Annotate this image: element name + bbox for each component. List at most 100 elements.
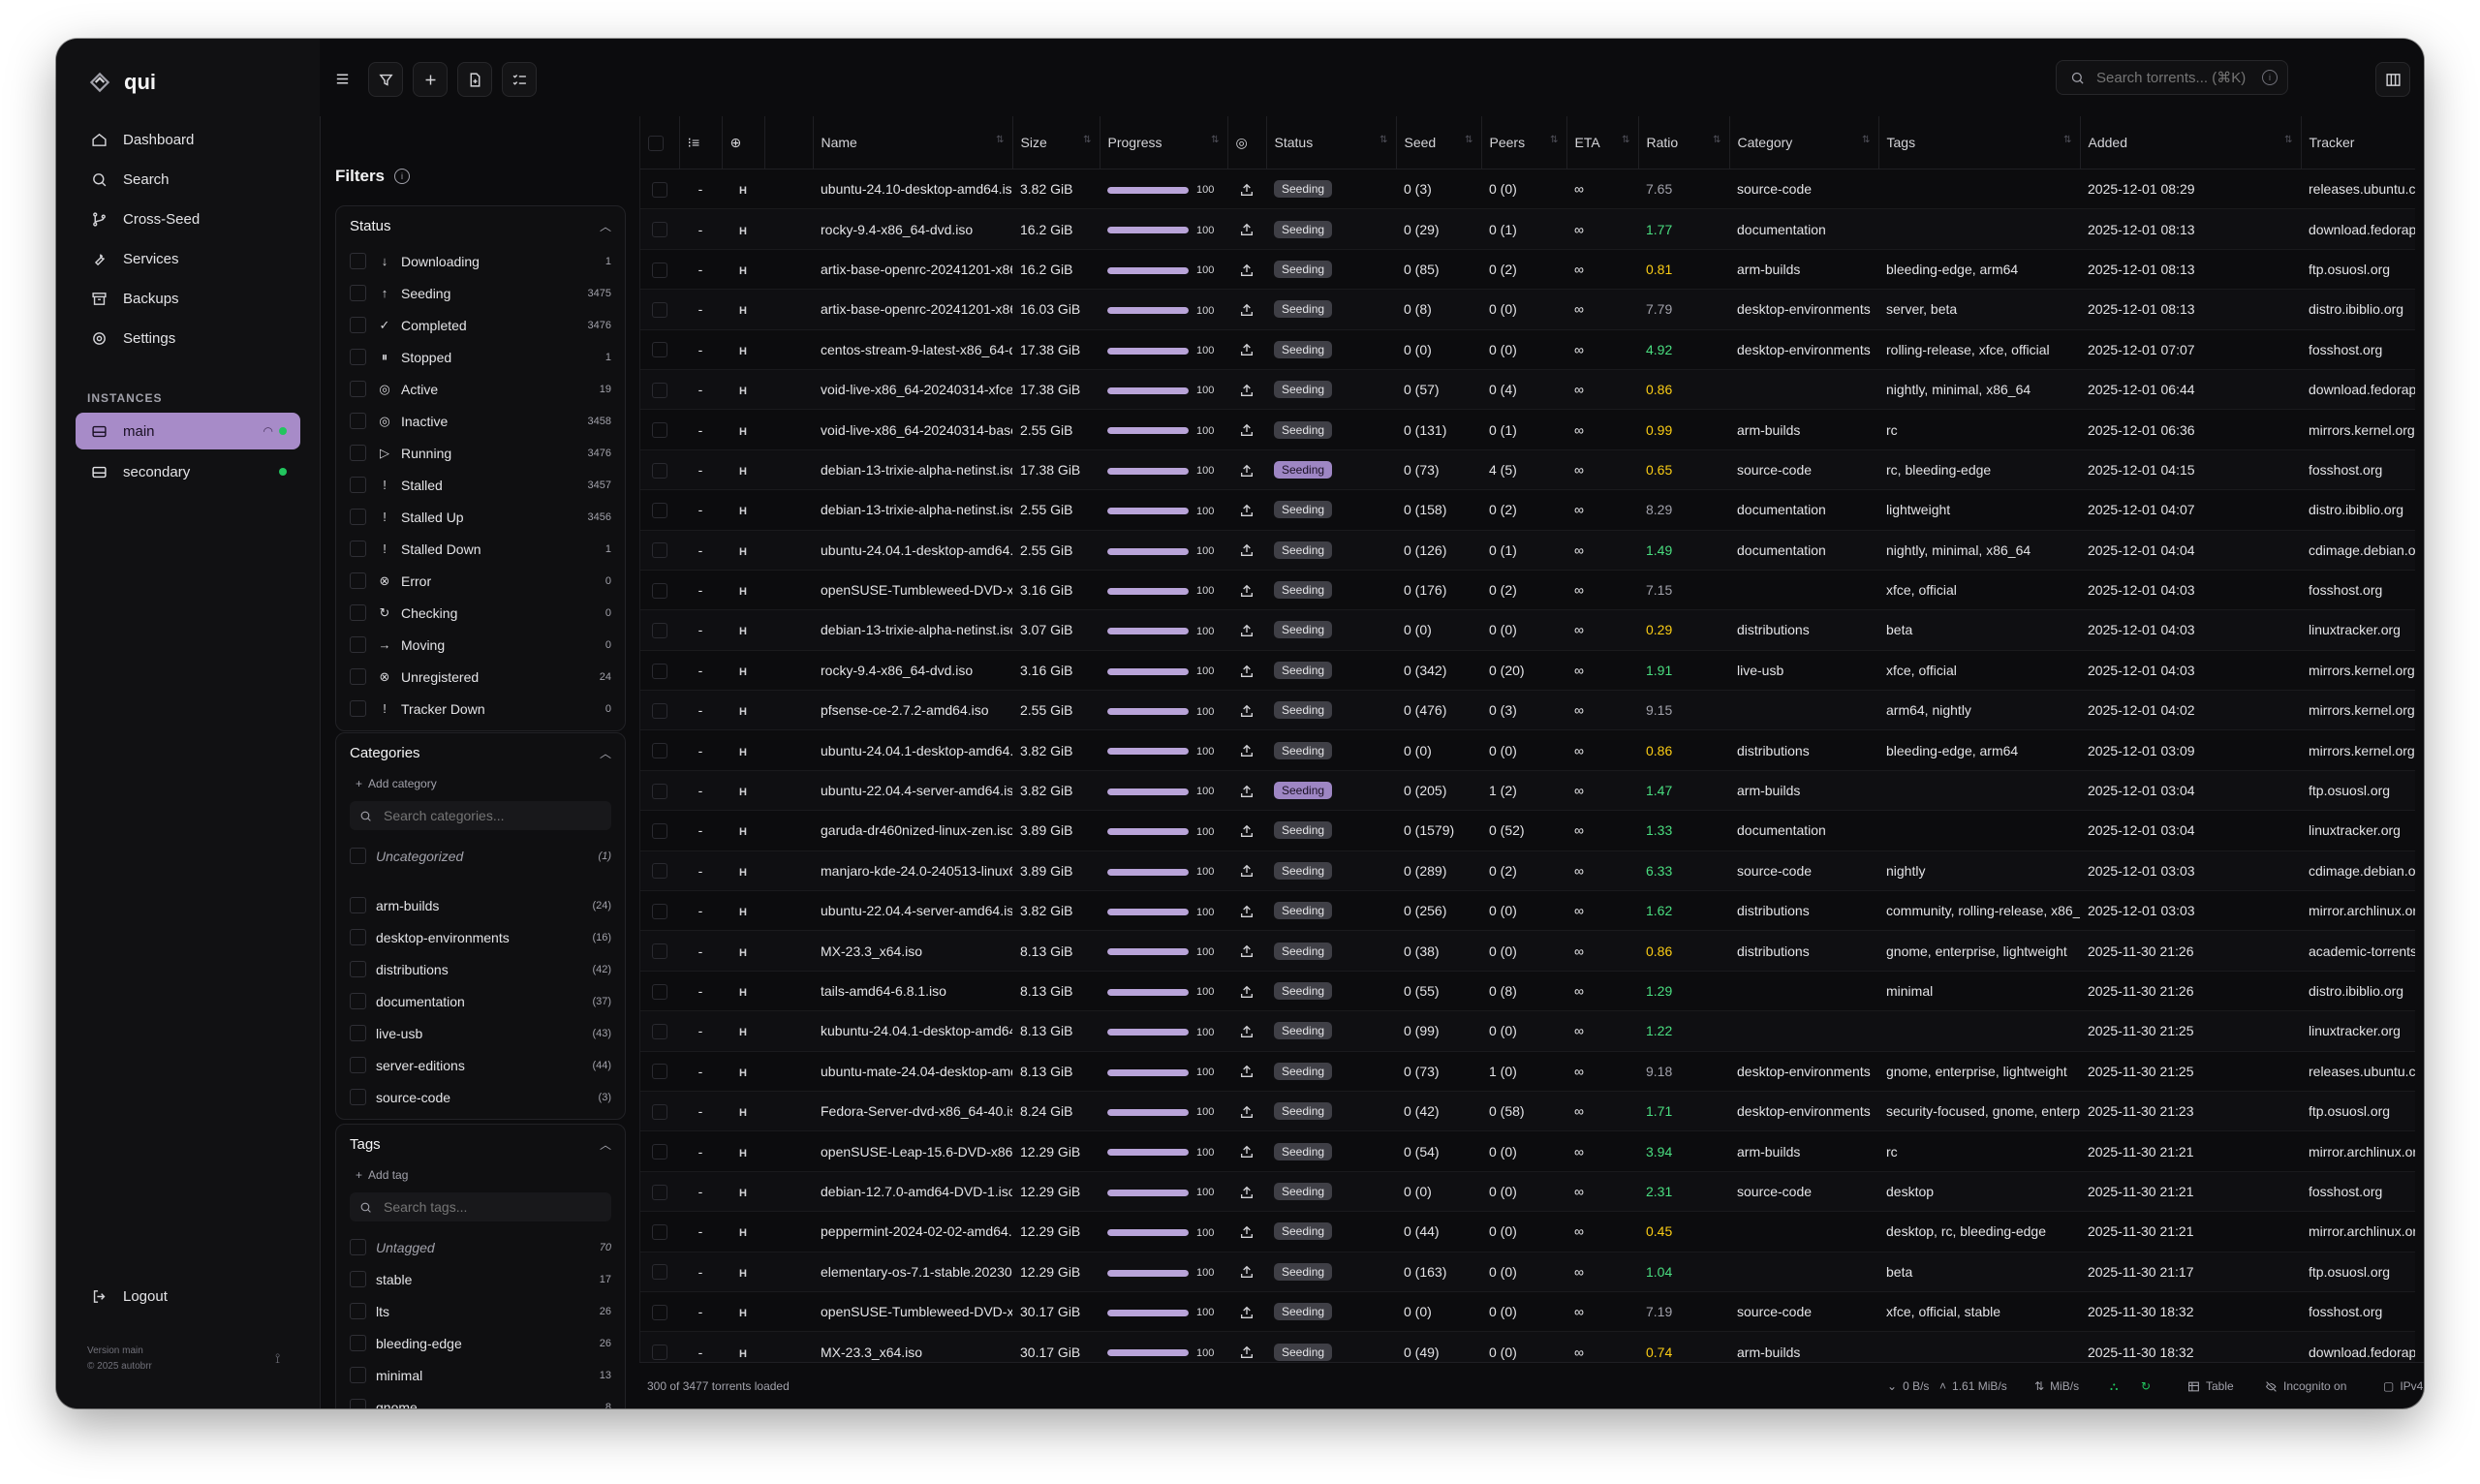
tag-item[interactable]: gnome 8 bbox=[336, 1391, 625, 1408]
table-row[interactable]: - Hpeppermint-2024-02-02-amd64.iso 12.29 G… bbox=[640, 1211, 2415, 1252]
table-row[interactable]: -Helementary-os-7.1-stable.20230926.iso1… bbox=[640, 1252, 2415, 1292]
checkbox[interactable] bbox=[350, 897, 366, 913]
column-header-added[interactable]: Added ⇅ bbox=[2080, 116, 2302, 170]
priority-header[interactable]: ⁝≡ bbox=[679, 116, 723, 170]
row-select-cell[interactable] bbox=[640, 810, 679, 851]
table-row[interactable]: - Hdebian-13-trixie-alpha-netinst.iso 2.55… bbox=[640, 489, 2415, 531]
nav-settings[interactable]: Settings bbox=[76, 319, 300, 358]
nav-dashboard[interactable]: Dashboard bbox=[76, 120, 300, 160]
row-select-cell[interactable] bbox=[640, 409, 679, 450]
tag-untagged[interactable]: Untagged 70 bbox=[336, 1231, 625, 1263]
instance-secondary[interactable]: secondary bbox=[76, 453, 300, 490]
table-row[interactable]: - Hdebian-12.7.0-amd64-DVD-1.iso 12.29 GiB… bbox=[640, 1171, 2415, 1213]
row-checkbox[interactable] bbox=[652, 623, 667, 639]
connection-status[interactable]: ⛬ bbox=[2110, 1379, 2118, 1394]
row-select-cell[interactable] bbox=[640, 1291, 679, 1333]
row-checkbox[interactable] bbox=[652, 1224, 667, 1240]
row-select-cell[interactable] bbox=[640, 1130, 679, 1172]
checkbox[interactable] bbox=[350, 993, 366, 1009]
table-row[interactable]: - Hubuntu-24.04.1-desktop-amd64.iso 3.82 G… bbox=[640, 729, 2415, 771]
categories-section-header[interactable]: Categories ︿ bbox=[336, 733, 625, 772]
column-header[interactable] bbox=[764, 116, 814, 170]
table-row[interactable]: - Hgaruda-dr460nized-linux-zen.iso 3.89 Gi… bbox=[640, 810, 2415, 851]
status-filter-item[interactable]: ↓ Downloading 1 bbox=[336, 245, 625, 277]
checkbox[interactable] bbox=[350, 1271, 366, 1287]
checkbox[interactable] bbox=[350, 1399, 366, 1408]
torrent-search[interactable]: i bbox=[2056, 60, 2288, 95]
refresh-button[interactable]: ↻ bbox=[2141, 1379, 2151, 1393]
select-all-header[interactable] bbox=[640, 116, 680, 170]
add-category-button[interactable]: + Add category bbox=[336, 772, 625, 795]
row-checkbox[interactable] bbox=[652, 542, 667, 559]
row-checkbox[interactable] bbox=[652, 1144, 667, 1160]
checkbox[interactable] bbox=[350, 445, 366, 461]
status-filter-item[interactable]: ⏸ Stopped 1 bbox=[336, 341, 625, 373]
column-header-status[interactable]: Status ⇅ bbox=[1266, 116, 1397, 170]
row-select-cell[interactable] bbox=[640, 1091, 679, 1132]
tag-item[interactable]: minimal 13 bbox=[336, 1359, 625, 1391]
info-icon[interactable]: i bbox=[394, 169, 411, 184]
checkbox[interactable] bbox=[350, 572, 366, 589]
select-mode-button[interactable] bbox=[502, 62, 537, 97]
category-item[interactable]: source-code (3) bbox=[336, 1081, 625, 1113]
row-select-cell[interactable] bbox=[640, 208, 679, 250]
search-input[interactable] bbox=[2094, 68, 2263, 87]
category-item[interactable]: live-usb (43) bbox=[336, 1017, 625, 1049]
status-filter-item[interactable]: ↑ Seeding 3475 bbox=[336, 277, 625, 309]
row-select-cell[interactable] bbox=[640, 609, 679, 651]
table-row[interactable]: - Hrocky-9.4-x86_64-dvd.iso 3.16 GiB 100 See… bbox=[640, 650, 2415, 692]
row-checkbox[interactable] bbox=[652, 582, 667, 599]
row-select-cell[interactable] bbox=[640, 971, 679, 1012]
row-select-cell[interactable] bbox=[640, 890, 679, 932]
category-search-input[interactable] bbox=[382, 807, 599, 824]
table-row[interactable]: - Hubuntu-22.04.4-server-amd64.iso 3.82 Gi… bbox=[640, 890, 2415, 932]
row-checkbox[interactable] bbox=[652, 1184, 667, 1200]
table-row[interactable]: -Hartix-base-openrc-20241201-x86_64.iso1… bbox=[640, 249, 2415, 291]
status-filter-item[interactable]: → Moving 0 bbox=[336, 629, 625, 661]
checkbox[interactable] bbox=[350, 1367, 366, 1383]
category-uncategorized[interactable]: Uncategorized (1) bbox=[336, 840, 625, 872]
add-tag-button[interactable]: + Add tag bbox=[336, 1163, 625, 1187]
table-row[interactable]: - H MX-23.3_x64.iso 30.17 GiB 100 Seeding 0 (4… bbox=[640, 1331, 2415, 1362]
status-section-header[interactable]: Status ︿ bbox=[336, 206, 625, 245]
incognito-toggle[interactable]: Incognito on bbox=[2265, 1379, 2346, 1393]
nav-services[interactable]: Services bbox=[76, 239, 300, 279]
column-header-ratio[interactable]: Ratio ⇅ bbox=[1638, 116, 1730, 170]
checkbox[interactable] bbox=[350, 509, 366, 525]
row-select-cell[interactable] bbox=[640, 1171, 679, 1213]
checkbox[interactable] bbox=[350, 1057, 366, 1073]
row-select-cell[interactable] bbox=[640, 530, 679, 571]
checkbox[interactable] bbox=[350, 285, 366, 301]
row-select-cell[interactable] bbox=[640, 570, 679, 611]
checkbox[interactable] bbox=[350, 317, 366, 333]
checkbox[interactable] bbox=[350, 604, 366, 621]
row-select-cell[interactable] bbox=[640, 1331, 679, 1362]
status-filter-item[interactable]: ! Tracker Down 0 bbox=[336, 693, 625, 725]
table-row[interactable]: - Hrocky-9.4-x86_64-dvd.iso 16.2 GiB 100 See… bbox=[640, 208, 2415, 250]
tag-search-input[interactable] bbox=[382, 1198, 599, 1216]
checkbox[interactable] bbox=[350, 413, 366, 429]
checkbox[interactable] bbox=[350, 253, 366, 269]
row-checkbox[interactable] bbox=[652, 342, 667, 358]
status-filter-item[interactable]: ✓ Completed 3476 bbox=[336, 309, 625, 341]
status-filter-item[interactable]: ⊗ Error 0 bbox=[336, 565, 625, 597]
row-select-cell[interactable] bbox=[640, 1051, 679, 1092]
torrent-table-container[interactable]: ⁝≡ ⊕ Name ⇅ Size ⇅ Progress ⇅ ◎ Status ⇅ See… bbox=[639, 116, 2415, 1362]
status-filter-item[interactable]: ! Stalled 3457 bbox=[336, 469, 625, 501]
checkbox[interactable] bbox=[350, 1025, 366, 1041]
column-layout-button[interactable] bbox=[2375, 62, 2410, 97]
update-icon[interactable]: ⟟ bbox=[275, 1350, 280, 1367]
category-item[interactable]: documentation (37) bbox=[336, 985, 625, 1017]
status-filter-item[interactable]: ▷ Running 3476 bbox=[336, 437, 625, 469]
column-header-seed[interactable]: Seed ⇅ bbox=[1396, 116, 1482, 170]
checkbox[interactable] bbox=[350, 636, 366, 653]
table-row[interactable]: - Hdebian-13-trixie-alpha-netinst.iso 3.07… bbox=[640, 609, 2415, 651]
table-row[interactable]: - Hdebian-13-trixie-alpha-netinst.iso 17.3… bbox=[640, 449, 2415, 491]
row-checkbox[interactable] bbox=[652, 743, 667, 759]
row-select-cell[interactable] bbox=[640, 1010, 679, 1052]
status-filter-item[interactable]: ! Stalled Down 1 bbox=[336, 533, 625, 565]
nav-backups[interactable]: Backups bbox=[76, 279, 300, 319]
status-filter-item[interactable]: ! Stalled Up 3456 bbox=[336, 501, 625, 533]
row-select-cell[interactable] bbox=[640, 489, 679, 531]
checkbox[interactable] bbox=[350, 929, 366, 945]
